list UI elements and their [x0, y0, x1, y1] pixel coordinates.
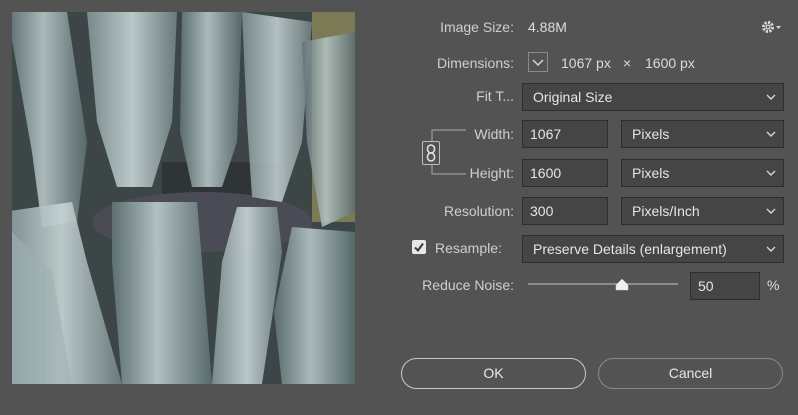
- resolution-unit-select[interactable]: Pixels/Inch: [621, 197, 784, 225]
- height-input[interactable]: [522, 159, 608, 187]
- fit-to-label: Fit T...: [476, 88, 514, 104]
- chevron-down-icon: [532, 59, 544, 67]
- ok-button[interactable]: OK: [401, 358, 586, 389]
- dimensions-height: 1600 px: [645, 55, 695, 71]
- reduce-noise-input[interactable]: [690, 272, 760, 300]
- image-size-label: Image Size:: [440, 19, 514, 35]
- checkmark-icon: [414, 242, 424, 253]
- resolution-label: Resolution:: [443, 203, 514, 219]
- chevron-down-icon: [766, 131, 776, 137]
- dimensions-label: Dimensions:: [436, 55, 514, 71]
- cancel-button[interactable]: Cancel: [598, 358, 783, 389]
- chevron-down-icon: [766, 208, 776, 214]
- bottles-photo: [12, 12, 355, 384]
- resolution-unit-value: Pixels/Inch: [632, 203, 700, 219]
- chevron-down-icon: [766, 170, 776, 176]
- reduce-noise-slider-thumb[interactable]: [615, 278, 629, 291]
- image-preview[interactable]: [12, 12, 355, 384]
- resample-method-value: Preserve Details (enlargement): [533, 241, 727, 257]
- fit-to-value: Original Size: [533, 89, 613, 105]
- resample-method-select[interactable]: Preserve Details (enlargement): [522, 235, 784, 263]
- reduce-noise-unit: %: [767, 277, 780, 293]
- gear-icon[interactable]: [760, 18, 782, 36]
- width-input[interactable]: [522, 120, 608, 148]
- height-unit-select[interactable]: Pixels: [621, 159, 784, 187]
- width-unit-select[interactable]: Pixels: [621, 120, 784, 148]
- height-unit-value: Pixels: [632, 165, 670, 181]
- width-unit-value: Pixels: [632, 126, 670, 142]
- link-icon[interactable]: [422, 141, 440, 165]
- height-label: Height:: [469, 165, 514, 181]
- resolution-input[interactable]: [522, 197, 608, 225]
- reduce-noise-slider-track[interactable]: [528, 283, 678, 285]
- chevron-down-icon: [766, 246, 776, 252]
- resample-label: Resample:: [435, 240, 502, 256]
- reduce-noise-label: Reduce Noise:: [422, 277, 514, 293]
- fit-to-select[interactable]: Original Size: [522, 83, 784, 111]
- dimensions-times: ×: [623, 55, 632, 71]
- width-label: Width:: [474, 126, 514, 142]
- image-size-value: 4.88M: [528, 19, 567, 35]
- dimensions-unit-dropdown[interactable]: [528, 52, 548, 72]
- dimensions-width: 1067 px: [561, 55, 611, 71]
- resample-checkbox[interactable]: [412, 240, 426, 254]
- chevron-down-icon: [766, 94, 776, 100]
